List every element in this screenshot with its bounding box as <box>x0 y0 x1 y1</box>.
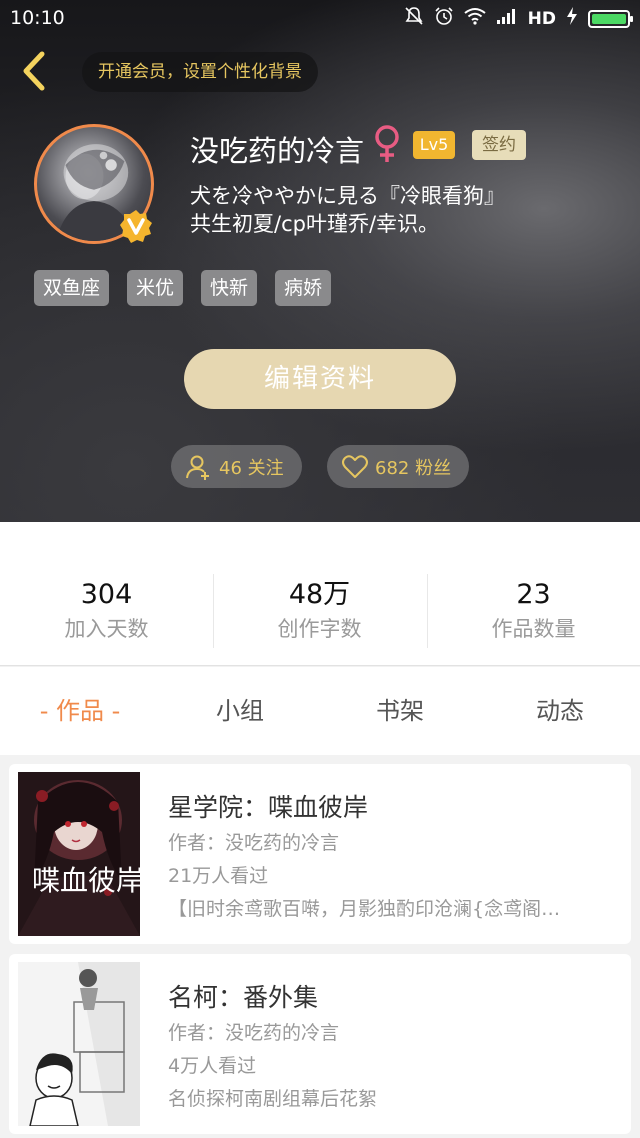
work-views: 4万人看过 <box>168 1055 257 1077</box>
status-time: 10:10 <box>10 7 65 29</box>
tab-activity[interactable]: 动态 <box>480 667 640 755</box>
stat-work-count: 23 作品数量 <box>427 577 640 645</box>
stat-word-count: 48万 创作字数 <box>213 577 426 645</box>
charging-icon <box>566 6 578 32</box>
stat-value: 304 <box>80 579 133 610</box>
book-cover: 喋血彼岸 <box>18 772 140 936</box>
tab-groups[interactable]: 小组 <box>160 667 320 755</box>
fans-button[interactable]: 682 粉丝 <box>327 445 470 488</box>
work-title: 星学院：喋血彼岸 <box>168 793 369 822</box>
wifi-icon <box>464 7 486 31</box>
tag-list: 双鱼座 米优 快新 病娇 <box>34 270 332 306</box>
stat-label: 创作字数 <box>277 617 362 641</box>
fans-count: 682 粉丝 <box>375 457 452 479</box>
signal-icon <box>496 7 518 31</box>
bio-line: 犬を冷ややかに見る『冷眼看狗』 <box>190 184 505 208</box>
verified-badge-icon <box>118 208 154 244</box>
work-author: 作者：没吃药的冷言 <box>168 832 340 854</box>
works-list: 喋血彼岸 星学院：喋血彼岸 作者：没吃药的冷言 21万人看过 【旧时余鸢歌百啭，… <box>0 755 640 1138</box>
profile-header: 10:10 HD 开通会员，设置个性化背景 没吃药的冷言 Lv5 签约 犬を冷や… <box>0 0 640 522</box>
stat-label: 作品数量 <box>491 617 576 641</box>
tab-works[interactable]: - 作品 - <box>0 667 160 755</box>
network-label: HD <box>527 9 556 29</box>
profile-bio: 犬を冷ややかに見る『冷眼看狗』 共生初夏/cp叶瑾乔/幸识。 <box>190 182 505 238</box>
stat-label: 加入天数 <box>64 617 149 641</box>
level-badge: Lv5 <box>413 131 455 159</box>
cover-title: 喋血彼岸 <box>32 864 140 897</box>
battery-icon <box>588 10 633 28</box>
following-count: 46 关注 <box>219 457 284 479</box>
work-card[interactable]: 名柯：番外集 作者：没吃药的冷言 4万人看过 名侦探柯南剧组幕后花絮 <box>9 954 631 1134</box>
signed-badge: 签约 <box>472 130 526 160</box>
add-user-icon <box>186 455 209 480</box>
tab-bookshelf[interactable]: 书架 <box>320 667 480 755</box>
cover-image <box>18 962 140 1126</box>
alarm-icon <box>434 6 454 32</box>
tag[interactable]: 病娇 <box>275 270 332 306</box>
status-bar: 10:10 HD <box>0 0 640 36</box>
stat-value: 48万 <box>288 579 351 610</box>
stat-join-days: 304 加入天数 <box>0 577 213 645</box>
stats-panel: 304 加入天数 48万 创作字数 23 作品数量 <box>0 522 640 666</box>
following-button[interactable]: 46 关注 <box>171 445 302 488</box>
work-card[interactable]: 喋血彼岸 星学院：喋血彼岸 作者：没吃药的冷言 21万人看过 【旧时余鸢歌百啭，… <box>9 764 631 944</box>
edit-profile-button[interactable]: 编辑资料 <box>184 349 456 409</box>
back-button[interactable] <box>14 48 54 94</box>
work-views: 21万人看过 <box>168 865 269 887</box>
female-icon <box>370 124 404 164</box>
work-title: 名柯：番外集 <box>168 983 319 1012</box>
vip-background-prompt[interactable]: 开通会员，设置个性化背景 <box>82 52 318 92</box>
book-cover <box>18 962 140 1126</box>
work-author: 作者：没吃药的冷言 <box>168 1022 340 1044</box>
stat-value: 23 <box>516 579 551 610</box>
work-description: 名侦探柯南剧组幕后花絮 <box>168 1088 378 1110</box>
chevron-left-icon <box>23 51 45 91</box>
work-description: 【旧时余鸢歌百啭，月影独酌印沧澜{念鸢阁… <box>168 898 561 920</box>
username: 没吃药的冷言 <box>190 134 365 168</box>
status-icons: HD <box>404 6 633 32</box>
mute-icon <box>404 6 424 32</box>
bio-line: 共生初夏/cp叶瑾乔/幸识。 <box>190 212 440 236</box>
tag[interactable]: 双鱼座 <box>34 270 110 306</box>
cover-image: 喋血彼岸 <box>18 772 140 936</box>
tag[interactable]: 快新 <box>201 270 258 306</box>
heart-icon <box>342 454 368 478</box>
profile-tabs: - 作品 - 小组 书架 动态 <box>0 667 640 755</box>
tag[interactable]: 米优 <box>127 270 184 306</box>
